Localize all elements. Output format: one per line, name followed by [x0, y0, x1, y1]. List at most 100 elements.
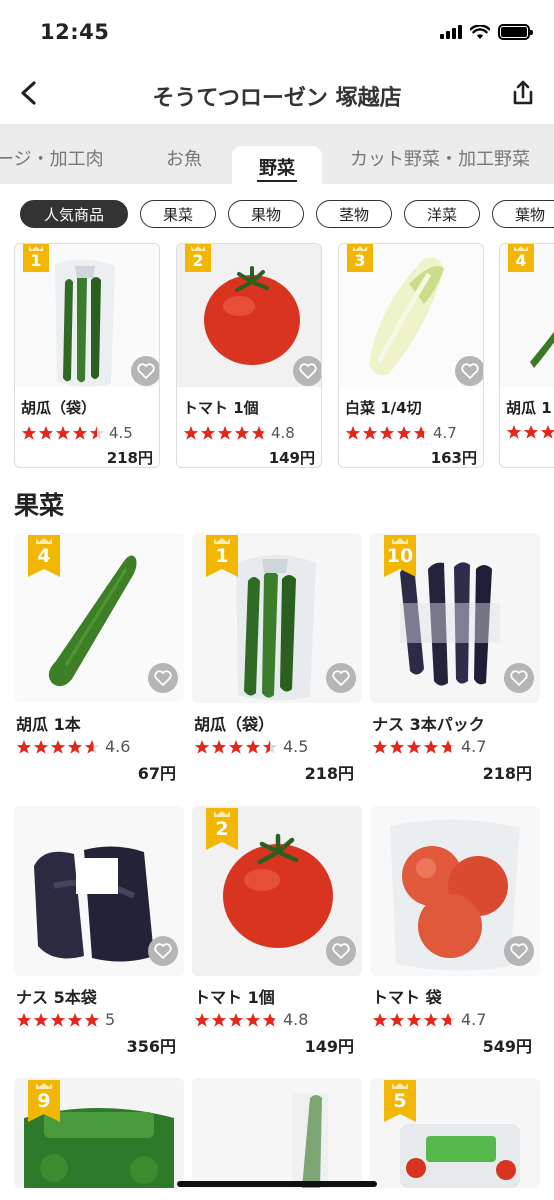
- product-price: 67円: [137, 764, 176, 783]
- star-icon: [372, 1012, 388, 1027]
- share-icon[interactable]: [510, 78, 536, 108]
- ranking-card[interactable]: 2 トマト 1個 4.8 149円: [176, 243, 322, 468]
- favorite-heart-icon[interactable]: [148, 936, 178, 966]
- star-icon: [38, 426, 54, 440]
- home-indicator[interactable]: [177, 1181, 377, 1187]
- star-icon: [362, 426, 378, 440]
- product-rating: 4.8: [183, 424, 295, 442]
- chip-western-vegetables[interactable]: 洋菜: [404, 200, 480, 228]
- favorite-heart-icon[interactable]: [293, 356, 321, 386]
- star-icon: [200, 426, 216, 440]
- star-icon: [72, 426, 88, 440]
- chip-stem-vegetables[interactable]: 茎物: [316, 200, 392, 228]
- star-icon: [389, 1012, 405, 1027]
- rating-value: 4.6: [105, 737, 131, 756]
- product-card[interactable]: 5: [370, 1078, 540, 1188]
- rank-number: 9: [37, 1090, 51, 1112]
- product-price: 218円: [304, 764, 354, 783]
- favorite-heart-icon[interactable]: [326, 936, 356, 966]
- ranking-card[interactable]: 4 胡瓜 1: [499, 243, 554, 468]
- star-icon: [55, 426, 71, 440]
- star-icon: [228, 1012, 244, 1027]
- product-rating: 4.6: [16, 737, 130, 756]
- status-time: 12:45: [40, 20, 110, 44]
- product-card[interactable]: 9: [14, 1078, 184, 1188]
- star-rating-icon: [183, 425, 267, 441]
- category-tabs: ージ・加工肉 お魚 野菜 カット野菜・加工野菜: [0, 124, 554, 184]
- star-icon: [234, 426, 250, 440]
- chip-fruit-vegetables[interactable]: 果菜: [140, 200, 216, 228]
- product-image-bitter-melon: [192, 1078, 362, 1188]
- product-card[interactable]: 4 胡瓜 1本 4.6 67円: [14, 533, 184, 793]
- rank-badge: 5: [384, 1080, 416, 1122]
- star-rating-icon: [372, 739, 456, 755]
- ranking-card[interactable]: 3 白菜 1/4切 4.7 163円: [338, 243, 484, 468]
- product-name: 胡瓜 1: [506, 399, 552, 417]
- product-price: 149円: [268, 449, 315, 467]
- star-icon: [67, 739, 83, 754]
- star-icon: [523, 425, 539, 439]
- tab-vegetables-label: 野菜: [259, 158, 295, 179]
- favorite-heart-icon[interactable]: [504, 663, 534, 693]
- star-icon: [194, 739, 210, 754]
- product-card[interactable]: 2 トマト 1個 4.8 149円: [192, 806, 362, 1066]
- product-price: 549円: [482, 1037, 532, 1056]
- star-icon: [217, 426, 233, 440]
- product-card[interactable]: トマト 袋 4.7 549円: [370, 806, 540, 1066]
- rank-number: 10: [386, 545, 414, 567]
- product-rating: 4.5: [21, 424, 133, 442]
- page-title: そうてつローゼン 塚越店: [152, 86, 402, 111]
- product-card[interactable]: ナス 5本袋 5 356円: [14, 806, 184, 1066]
- rank-number: 3: [354, 251, 366, 270]
- status-bar: 12:45: [0, 0, 554, 66]
- star-icon: [413, 426, 429, 440]
- star-icon: [379, 426, 395, 440]
- nav-bar: そうてつローゼン 塚越店: [0, 66, 554, 124]
- rating-value: 4.8: [271, 424, 295, 442]
- star-rating-icon: [345, 425, 429, 441]
- product-rating: 4.7: [345, 424, 457, 442]
- product-card[interactable]: [192, 1078, 362, 1188]
- product-name: 胡瓜（袋）: [21, 399, 97, 417]
- product-price: 356円: [126, 1037, 176, 1056]
- chip-popular[interactable]: 人気商品: [20, 200, 128, 228]
- rank-badge: 1: [206, 535, 238, 577]
- favorite-heart-icon[interactable]: [148, 663, 178, 693]
- star-icon: [16, 1012, 32, 1027]
- product-card[interactable]: 1 胡瓜（袋） 4.5 218円: [192, 533, 362, 793]
- rating-value: 4.8: [283, 1010, 309, 1029]
- star-rating-icon: [21, 425, 105, 441]
- product-name: トマト 1個: [194, 988, 275, 1007]
- star-icon: [84, 739, 100, 754]
- rank-badge: 10: [384, 535, 416, 577]
- star-rating-icon: [506, 424, 554, 440]
- rank-number: 2: [215, 818, 229, 840]
- tab-processed-meat[interactable]: ージ・加工肉: [0, 145, 104, 171]
- product-card[interactable]: 10 ナス 3本パック 4.7 218円: [370, 533, 540, 793]
- favorite-heart-icon[interactable]: [504, 936, 534, 966]
- star-icon: [228, 739, 244, 754]
- rating-value: 5: [105, 1010, 116, 1029]
- tab-vegetables[interactable]: 野菜: [232, 146, 322, 184]
- star-icon: [423, 739, 439, 754]
- section-title: 果菜: [14, 491, 65, 520]
- product-price: 218円: [106, 449, 153, 467]
- favorite-heart-icon[interactable]: [326, 663, 356, 693]
- product-name: 白菜 1/4切: [345, 399, 422, 417]
- product-name: ナス 3本パック: [372, 715, 485, 734]
- star-icon: [211, 1012, 227, 1027]
- rank-number: 5: [393, 1090, 407, 1112]
- rank-number: 4: [37, 545, 51, 567]
- favorite-heart-icon[interactable]: [131, 356, 159, 386]
- ranking-card[interactable]: 1 胡瓜（袋） 4.5 218円: [14, 243, 160, 468]
- star-icon: [440, 1012, 456, 1027]
- favorite-heart-icon[interactable]: [455, 356, 483, 386]
- star-icon: [84, 1012, 100, 1027]
- tab-fish[interactable]: お魚: [166, 145, 202, 171]
- chip-fruits[interactable]: 果物: [228, 200, 304, 228]
- tab-cut-vegetables[interactable]: カット野菜・加工野菜: [350, 145, 530, 171]
- star-icon: [262, 739, 278, 754]
- chip-leafy-vegetables[interactable]: 葉物: [492, 200, 554, 228]
- star-rating-icon: [16, 1012, 100, 1028]
- star-icon: [183, 426, 199, 440]
